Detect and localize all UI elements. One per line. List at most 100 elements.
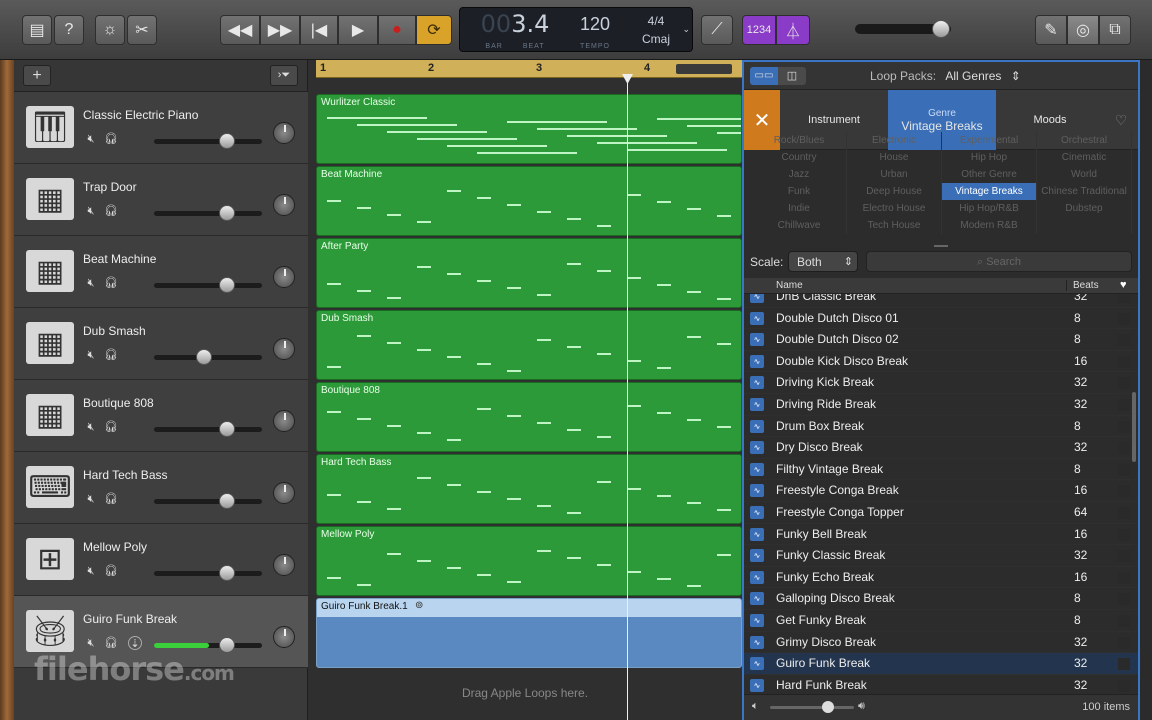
track-header[interactable]: ▦ Beat Machine 🔇︎ 🎧︎ [14, 236, 308, 308]
pan-knob[interactable] [273, 410, 295, 432]
loop-row[interactable]: ∿ Drum Box Break 8 [744, 416, 1138, 438]
filter-button[interactable]: ›⏷ [270, 65, 298, 86]
favorite-checkbox[interactable] [1118, 571, 1130, 584]
mute-button[interactable]: 🔇︎ [84, 492, 98, 506]
genre-button[interactable]: Tech House [847, 217, 942, 234]
favorite-checkbox[interactable] [1118, 294, 1130, 303]
pan-knob[interactable] [273, 338, 295, 360]
cycle-button[interactable]: ⟳ [416, 15, 452, 45]
go-to-beginning-button[interactable]: |◀ [300, 15, 338, 45]
pan-knob[interactable] [273, 626, 295, 648]
scale-select[interactable]: Both ⇕ [788, 251, 858, 272]
track-volume-knob[interactable] [219, 205, 235, 221]
pan-knob[interactable] [273, 266, 295, 288]
mute-button[interactable]: 🔇︎ [84, 564, 98, 578]
favorite-checkbox[interactable] [1118, 399, 1130, 411]
favorite-checkbox[interactable] [1118, 355, 1130, 368]
genre-button[interactable]: Modern R&B [942, 217, 1037, 234]
genre-button[interactable]: Chinese Traditional [1037, 183, 1132, 200]
play-button[interactable]: ▶ [338, 15, 378, 45]
midi-region[interactable]: Hard Tech Bass [316, 454, 742, 524]
resize-handle[interactable] [934, 245, 948, 247]
track-volume-slider[interactable] [154, 493, 262, 509]
master-volume-slider[interactable] [855, 20, 951, 38]
favorite-checkbox[interactable] [1118, 507, 1130, 519]
favorite-checkbox[interactable] [1118, 485, 1130, 498]
count-in-button[interactable]: 1234 [742, 15, 776, 45]
mute-button[interactable]: 🔇︎ [84, 420, 98, 434]
loop-row[interactable]: ∿ Funky Bell Break 16 [744, 524, 1138, 546]
genre-button[interactable]: Hip Hop [942, 149, 1037, 166]
track-volume-knob[interactable] [219, 493, 235, 509]
column-header-name[interactable]: Name [776, 280, 803, 291]
favorite-checkbox[interactable] [1118, 679, 1130, 692]
track-header[interactable]: ▦ Trap Door 🔇︎ 🎧︎ [14, 164, 308, 236]
midi-region[interactable]: Dub Smash [316, 310, 742, 380]
loop-row[interactable]: ∿ Grimy Disco Break 32 [744, 632, 1138, 654]
preview-volume-slider[interactable] [770, 701, 854, 713]
genre-button[interactable]: Cinematic [1037, 149, 1132, 166]
favorite-checkbox[interactable] [1118, 377, 1130, 390]
track-volume-slider[interactable] [154, 349, 262, 365]
genre-button[interactable]: Electro House [847, 200, 942, 217]
track-header[interactable]: ▦ Dub Smash 🔇︎ 🎧︎ [14, 308, 308, 380]
track-volume-slider[interactable] [154, 421, 262, 437]
solo-button[interactable]: 🎧︎ [104, 564, 118, 578]
genre-button[interactable]: Urban [847, 166, 942, 183]
loop-row[interactable]: ∿ Driving Ride Break 32 [744, 394, 1138, 416]
fast-forward-button[interactable]: ▶▶ [260, 15, 300, 45]
track-volume-slider[interactable] [154, 277, 262, 293]
mute-button[interactable]: 🔇︎ [84, 636, 98, 650]
pan-knob[interactable] [273, 194, 295, 216]
genre-button[interactable]: World [1037, 166, 1132, 183]
list-scrollbar[interactable] [1132, 392, 1136, 462]
favorite-checkbox[interactable] [1118, 463, 1130, 476]
track-header[interactable]: 🎹︎ Classic Electric Piano 🔇︎ 🎧︎ [14, 92, 308, 164]
favorite-checkbox[interactable] [1118, 615, 1130, 627]
solo-button[interactable]: 🎧︎ [104, 204, 118, 218]
loop-packs-selector[interactable]: Loop Packs: All Genres ⇕ [870, 69, 1021, 83]
loop-row[interactable]: ∿ Guiro Funk Break 32 [744, 653, 1138, 675]
loop-row[interactable]: ∿ Get Funky Break 8 [744, 610, 1138, 632]
playhead-marker-icon[interactable] [622, 74, 633, 84]
genre-button[interactable]: Jazz [752, 166, 847, 183]
loop-row[interactable]: ∿ Double Dutch Disco 01 8 [744, 308, 1138, 330]
solo-button[interactable]: 🎧︎ [104, 132, 118, 146]
loop-row[interactable]: ∿ Hard Funk Break 32 [744, 675, 1138, 694]
column-header-favorite-heart-icon[interactable]: ♥ [1120, 279, 1127, 291]
favorite-checkbox[interactable] [1118, 593, 1130, 606]
mute-button[interactable]: 🔇︎ [84, 348, 98, 362]
column-view-toggle[interactable]: ◫ [778, 67, 806, 85]
loop-row[interactable]: ∿ Driving Kick Break 32 [744, 372, 1138, 394]
lcd-menu-chevron-icon[interactable]: ⌄ [682, 24, 690, 35]
column-header-beats[interactable]: Beats [1066, 280, 1099, 291]
loop-row[interactable]: ∿ DnB Classic Break 32 [744, 294, 1138, 308]
solo-button[interactable]: 🎧︎ [104, 276, 118, 290]
media-browser-button[interactable]: ⧉ [1099, 15, 1131, 45]
genre-button[interactable]: Hip Hop/R&B [942, 200, 1037, 217]
favorite-checkbox[interactable] [1118, 442, 1130, 455]
genre-button[interactable]: Electronic [847, 132, 942, 149]
loop-row[interactable]: ∿ Double Kick Disco Break 16 [744, 351, 1138, 373]
track-volume-slider[interactable] [154, 565, 262, 581]
loop-row[interactable]: ∿ Galloping Disco Break 8 [744, 588, 1138, 610]
loop-row[interactable]: ∿ Dry Disco Break 32 [744, 437, 1138, 459]
track-volume-knob[interactable] [219, 421, 235, 437]
playhead[interactable] [622, 74, 633, 720]
track-volume-knob[interactable] [219, 133, 235, 149]
favorite-checkbox[interactable] [1118, 334, 1130, 347]
loop-row[interactable]: ∿ Double Dutch Disco 02 8 [744, 329, 1138, 351]
loop-row[interactable]: ∿ Funky Echo Break 16 [744, 567, 1138, 589]
add-track-button[interactable]: + [23, 65, 51, 86]
solo-button[interactable]: 🎧︎ [104, 348, 118, 362]
track-header[interactable]: ⌨ Hard Tech Bass 🔇︎ 🎧︎ [14, 452, 308, 524]
favorite-checkbox[interactable] [1118, 658, 1130, 671]
genre-button[interactable]: Vintage Breaks [942, 183, 1037, 200]
rewind-button[interactable]: ◀◀ [220, 15, 260, 45]
midi-region[interactable]: After Party [316, 238, 742, 308]
genre-button[interactable]: Country [752, 149, 847, 166]
genre-button[interactable]: Rock/Blues [752, 132, 847, 149]
solo-button[interactable]: 🎧︎ [104, 636, 118, 650]
favorite-checkbox[interactable] [1118, 312, 1130, 325]
genre-button[interactable]: Chillwave [752, 217, 847, 234]
